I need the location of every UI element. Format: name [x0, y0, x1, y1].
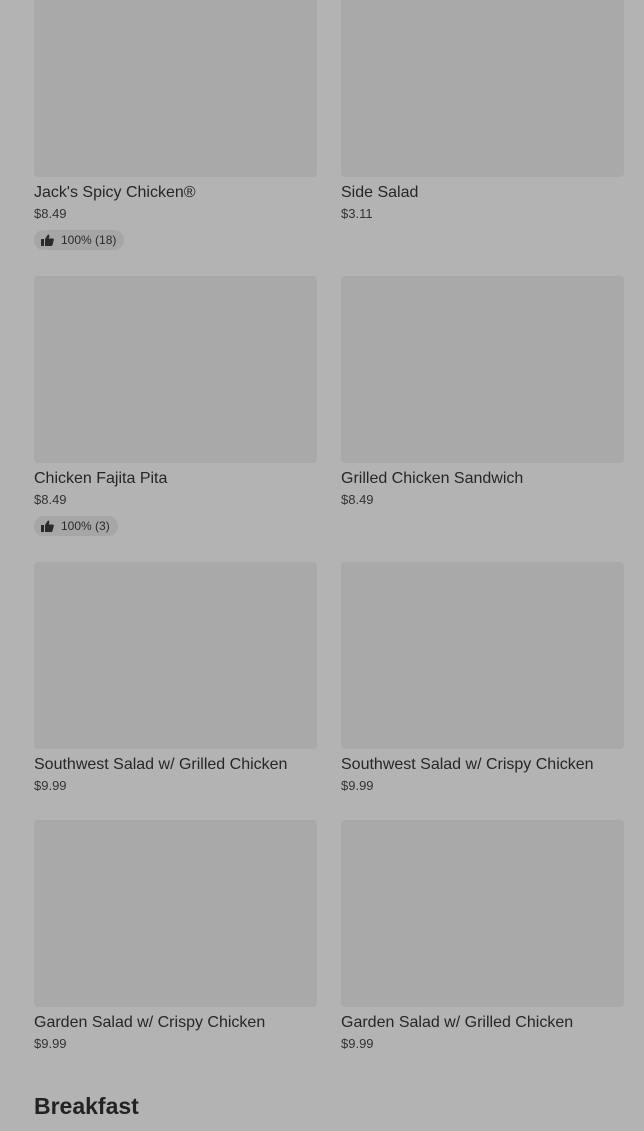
- menu-item-card[interactable]: Garden Salad w/ Crispy Chicken $9.99: [34, 820, 317, 1052]
- rating-text: 100% (18): [61, 233, 117, 247]
- thumbs-up-icon: [41, 520, 54, 532]
- menu-item-card[interactable]: Side Salad $3.11: [341, 0, 624, 222]
- menu-item-card[interactable]: Chicken Fajita Pita $8.49 100% (3): [34, 276, 317, 537]
- menu-item-image[interactable]: [34, 276, 317, 463]
- menu-item-image[interactable]: [341, 276, 624, 463]
- menu-item-name: Garden Salad w/ Crispy Chicken: [34, 1014, 266, 1031]
- menu-item-name: Side Salad: [341, 184, 419, 201]
- menu-item-name: Southwest Salad w/ Grilled Chicken: [34, 756, 288, 773]
- menu-item-price: $9.99: [341, 1036, 374, 1051]
- menu-item-image[interactable]: [341, 820, 624, 1007]
- menu-item-image[interactable]: [34, 820, 317, 1007]
- menu-item-card[interactable]: Jack's Spicy Chicken® $8.49 100% (18): [34, 0, 317, 251]
- menu-item-price: $8.49: [34, 492, 67, 507]
- menu-item-card[interactable]: Garden Salad w/ Grilled Chicken $9.99: [341, 820, 624, 1052]
- menu-item-card[interactable]: Grilled Chicken Sandwich $8.49: [341, 276, 624, 508]
- rating-text: 100% (3): [61, 519, 110, 533]
- menu-item-card[interactable]: Southwest Salad w/ Crispy Chicken $9.99: [341, 562, 624, 794]
- menu-item-name: Garden Salad w/ Grilled Chicken: [341, 1014, 574, 1031]
- menu-item-price: $9.99: [341, 778, 374, 793]
- menu-item-image[interactable]: [341, 562, 624, 749]
- menu-item-name: Grilled Chicken Sandwich: [341, 470, 524, 487]
- menu-item-card[interactable]: Southwest Salad w/ Grilled Chicken $9.99: [34, 562, 317, 794]
- menu-item-price: $8.49: [341, 492, 374, 507]
- menu-item-price: $9.99: [34, 778, 67, 793]
- rating-badge: 100% (18): [34, 230, 125, 250]
- menu-item-price: $9.99: [34, 1036, 67, 1051]
- rating-badge: 100% (3): [34, 516, 118, 536]
- menu-item-name: Chicken Fajita Pita: [34, 470, 168, 487]
- menu-item-price: $3.11: [341, 206, 373, 221]
- menu-item-price: $8.49: [34, 206, 67, 221]
- menu-item-image[interactable]: [341, 0, 624, 177]
- section-title-breakfast: Breakfast: [34, 1093, 139, 1119]
- thumbs-up-icon: [41, 234, 54, 246]
- menu-page: Jack's Spicy Chicken® $8.49 100% (18) Si…: [0, 0, 644, 1131]
- menu-item-image[interactable]: [34, 562, 317, 749]
- menu-item-name: Jack's Spicy Chicken®: [34, 184, 196, 201]
- menu-item-image[interactable]: [34, 0, 317, 177]
- menu-item-name: Southwest Salad w/ Crispy Chicken: [341, 756, 594, 773]
